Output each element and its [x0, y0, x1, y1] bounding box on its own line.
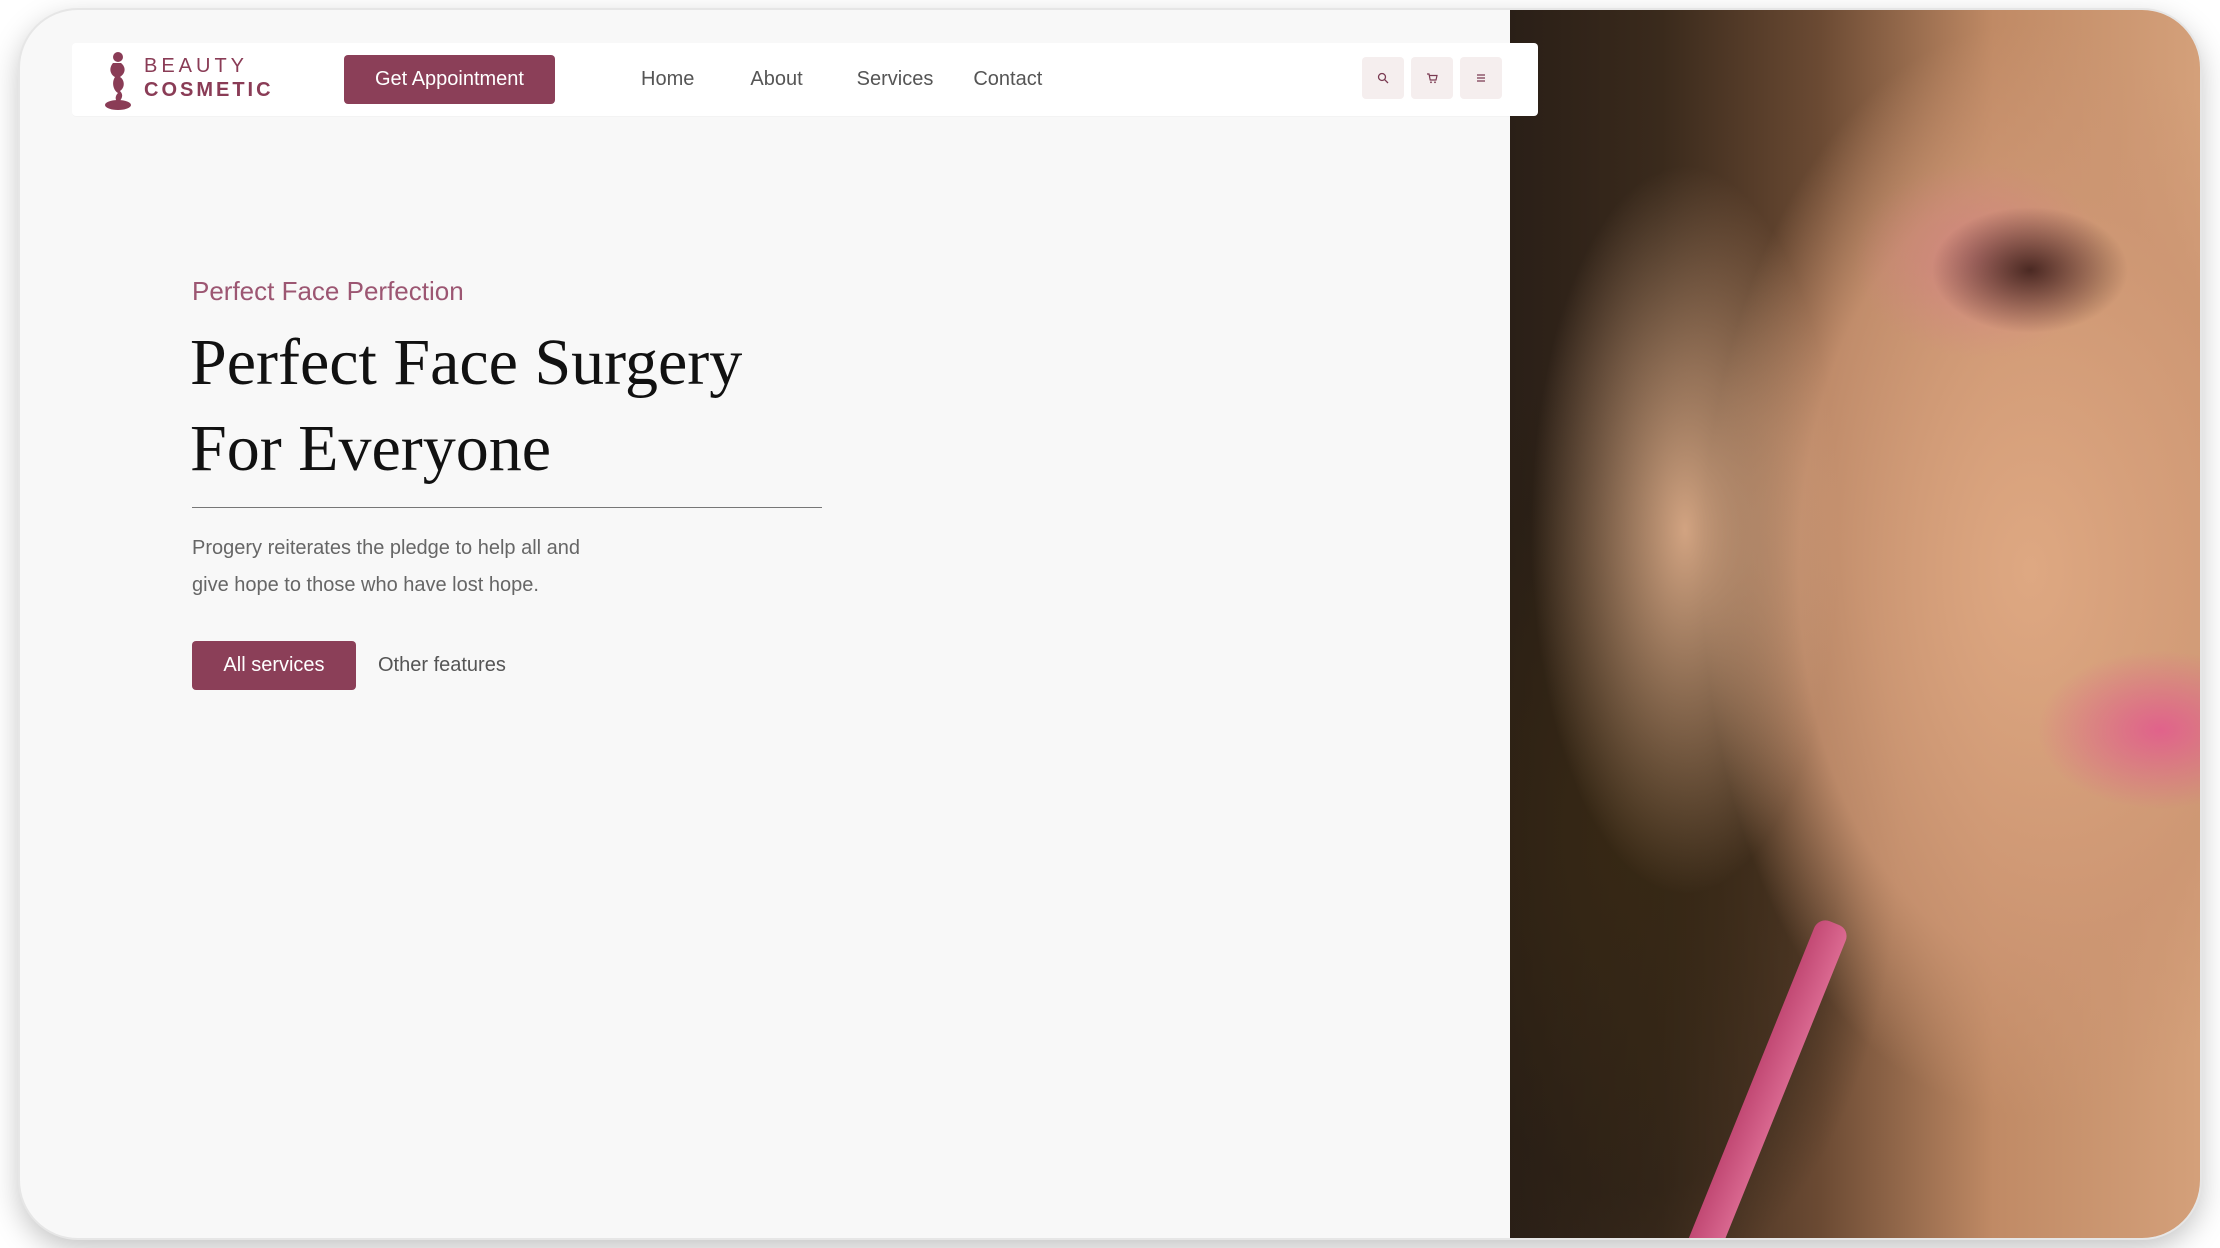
hero-description-line2: give hope to those who have lost hope. — [192, 574, 539, 596]
hero-description-line1: Progery reiterates the pledge to help al… — [192, 537, 581, 559]
hero-title-line1: Perfect Face Surgery — [190, 326, 743, 399]
browser-frame: BEAUTY COSMETIC Get Appointment Home Abo… — [20, 10, 2200, 1238]
all-services-button[interactable]: All services — [192, 641, 356, 690]
hero-title-line2: For Everyone — [190, 412, 552, 485]
other-features-link[interactable]: Other features — [378, 654, 506, 677]
hero-description: Progery reiterates the pledge to help al… — [192, 530, 652, 604]
hero-kicker: Perfect Face Perfection — [192, 276, 464, 306]
hero-content: Perfect Face Perfection Perfect Face Sur… — [20, 10, 2200, 1238]
hero-title: Perfect Face Surgery For Everyone — [190, 320, 890, 492]
hero-divider — [192, 507, 822, 508]
